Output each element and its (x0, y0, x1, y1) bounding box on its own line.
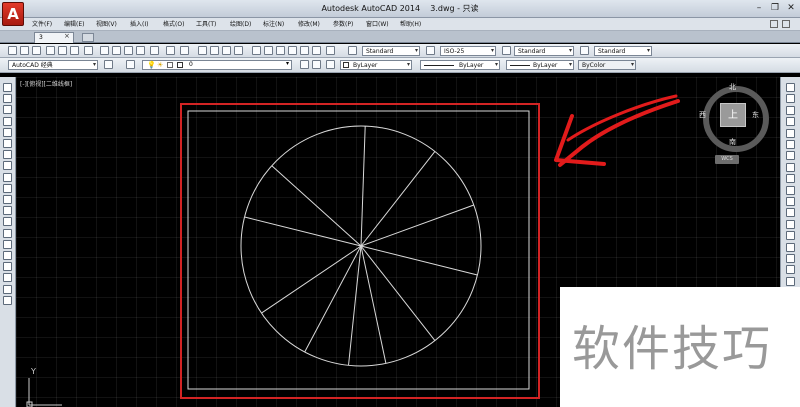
viewcube-top-face[interactable]: 上 (720, 103, 746, 127)
revision-cloud-icon[interactable] (3, 161, 12, 171)
annotation-arrow-stroke-2 (566, 94, 678, 142)
pie-spoke (360, 126, 366, 247)
line-icon[interactable] (3, 83, 12, 92)
stretch-icon[interactable] (786, 174, 795, 184)
make-block-icon[interactable] (3, 217, 12, 227)
region-icon[interactable] (3, 262, 12, 272)
draw-toolbar (0, 77, 16, 407)
chamfer-icon[interactable] (786, 242, 795, 252)
ellipse-icon[interactable] (3, 183, 12, 193)
circle-icon[interactable] (3, 150, 12, 160)
trim-icon[interactable] (786, 185, 795, 195)
pie-spokes (244, 126, 478, 366)
pie-spoke (271, 165, 362, 247)
blend-curves-icon[interactable] (786, 265, 795, 275)
ucs-y-label: Y (31, 367, 36, 376)
pie-spoke (360, 245, 436, 341)
polyline-icon[interactable] (3, 105, 12, 115)
watermark-text: 软件技巧 (572, 321, 773, 377)
compass-north[interactable]: 北 (729, 82, 736, 92)
rotate-icon[interactable] (786, 151, 795, 161)
point-icon[interactable] (3, 228, 12, 238)
insert-block-icon[interactable] (3, 206, 12, 216)
application-menu-button[interactable]: A (2, 2, 24, 26)
compass-east[interactable]: 东 (752, 110, 759, 120)
pie-spoke (360, 245, 478, 276)
pie-spoke (360, 245, 387, 364)
compass-south[interactable]: 南 (729, 137, 736, 147)
array-icon[interactable] (786, 128, 795, 138)
spline-icon[interactable] (3, 172, 12, 182)
pie-spoke (348, 245, 362, 366)
arc-icon[interactable] (3, 139, 12, 148)
extend-icon[interactable] (786, 197, 795, 206)
break-icon[interactable] (786, 219, 795, 229)
ellipse-arc-icon[interactable] (3, 195, 12, 204)
compass-west[interactable]: 西 (699, 110, 706, 120)
offset-icon[interactable] (786, 117, 795, 127)
table-icon[interactable] (3, 273, 12, 283)
pie-spoke (360, 151, 436, 247)
scale-icon[interactable] (786, 162, 795, 172)
wcs-menu-button[interactable]: WCS (715, 155, 739, 164)
break-at-point-icon[interactable] (786, 208, 795, 218)
pie-spoke (360, 204, 474, 247)
pie-spoke (304, 245, 362, 353)
pie-spoke (244, 216, 362, 247)
pie-spoke (261, 245, 362, 314)
multiline-text-icon[interactable] (3, 284, 12, 294)
move-icon[interactable] (786, 140, 795, 149)
gradient-icon[interactable] (3, 251, 12, 260)
explode-icon[interactable] (786, 276, 795, 286)
join-icon[interactable] (786, 231, 795, 241)
polygon-icon[interactable] (3, 116, 12, 126)
mirror-icon[interactable] (786, 105, 795, 115)
rectangle-icon[interactable] (3, 127, 12, 137)
construction-line-icon[interactable] (3, 94, 12, 104)
fillet-icon[interactable] (786, 254, 795, 263)
hatch-icon[interactable] (3, 239, 12, 249)
erase-icon[interactable] (786, 83, 795, 92)
copy-object-icon[interactable] (786, 94, 795, 104)
add-selected-icon[interactable] (3, 295, 12, 305)
